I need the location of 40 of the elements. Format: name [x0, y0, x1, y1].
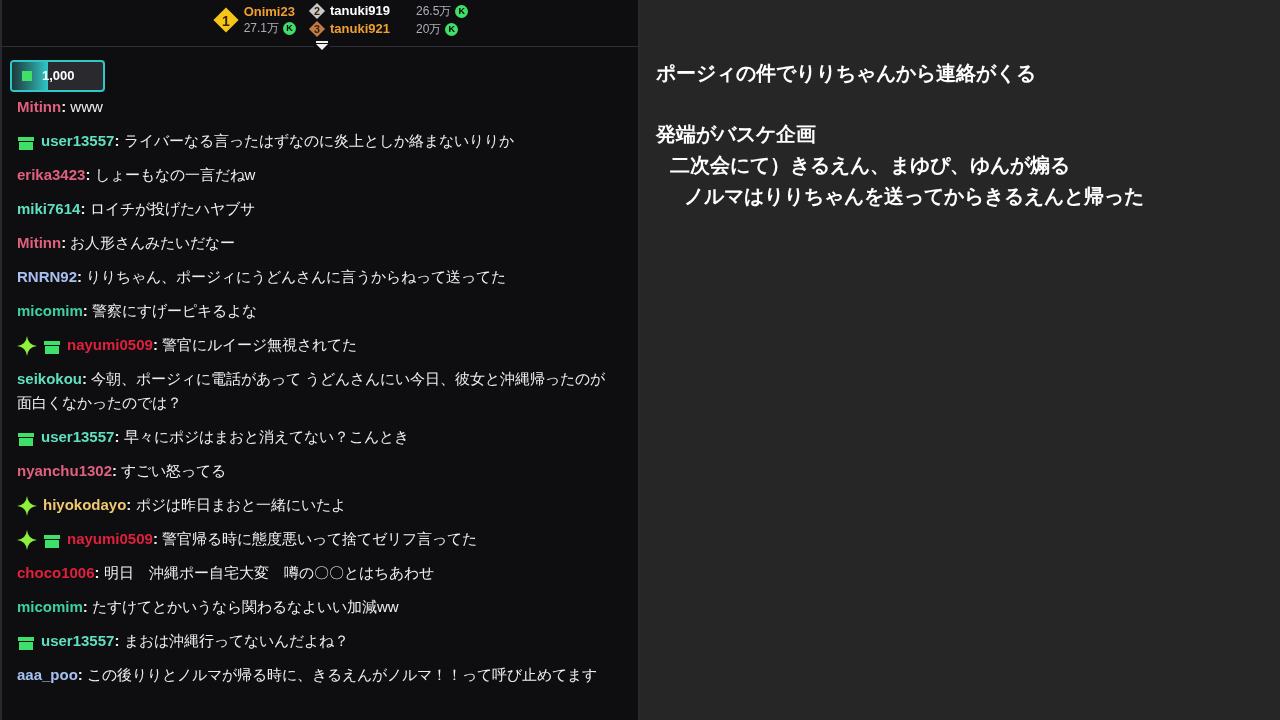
chat-message: micomim: 警察にすげーピキるよな: [17, 301, 259, 321]
chat-message: erika3423: しょーもなの一言だねw: [17, 165, 257, 185]
leaderboard-points: 26.5万: [416, 3, 452, 20]
chat-message: aaa_poo: この後りりとノルマが帰る時に、きるえんがノルマ！！って呼び止めてます: [17, 665, 599, 685]
sparkle-icon: [17, 336, 37, 357]
chat-message: nyanchu1302: すごい怒ってる: [17, 461, 228, 481]
chat-message: RNRN92: りりちゃん、ポージィにうどんさんに言うからねって送ってた: [17, 267, 508, 287]
rank-diamond-icon: 2: [308, 2, 326, 20]
chat-message: user13557: ライバーなる言ったはずなのに炎上としか絡まないりりか: [17, 129, 618, 153]
coin-badge: K: [455, 4, 469, 18]
leaderboard-points: 20万: [416, 21, 442, 38]
chat-message: nayumi0509: 警官にルイージ無視されてた: [17, 333, 618, 357]
chat-message: miki7614: ロイチが投げたハヤブサ: [17, 199, 256, 219]
rank-diamond-icon: 1: [211, 6, 240, 34]
gift-icon: [17, 634, 35, 651]
note-line: ノルマはりりちゃんを送ってからきるえんと帰った: [684, 184, 1145, 209]
gift-icon: [43, 532, 61, 549]
gift-icon: [43, 338, 61, 355]
note-line: 発端がバスケ企画: [656, 122, 817, 147]
chat-message: hiyokodayo: ポジは昨日まおと一緒にいたよ: [17, 493, 618, 517]
chat-message: nayumi0509: 警官帰る時に態度悪いって捨てゼリフ言ってた: [17, 527, 618, 551]
coin-badge: K: [283, 22, 296, 35]
gift-icon: [17, 430, 35, 447]
chat-message: user13557: 早々にポジはまおと消えてない？こんとき: [17, 425, 618, 449]
leaderboard-name: tanuki921: [330, 20, 391, 38]
chat-message: Mitinn: お人形さんみたいだなー: [17, 233, 237, 253]
chat-message: micomim: たすけてとかいうなら関わるなよいい加減ww: [17, 597, 400, 617]
coin-badge: K: [445, 22, 459, 36]
leaderboard-name: tanuki919: [330, 2, 391, 20]
chat-message: Mitinn: www: [17, 97, 104, 117]
rank-diamond-icon: 3: [308, 20, 326, 38]
chat-message: user13557: まおは沖縄行ってないんだよね？: [17, 629, 618, 653]
leaderboard-points: 27.1万: [243, 20, 279, 37]
chat-message: seikokou: 今朝、ポージィに電話があって うどんさんにい今日、彼女と沖縄帰ったのが面白くなかったのでは？: [17, 369, 607, 413]
note-line: 二次会にて）きるえん、まゆぴ、ゆんが煽る: [670, 153, 1071, 178]
gift-icon: [17, 134, 35, 151]
sparkle-icon: [17, 530, 37, 551]
chat-message: choco1006: 明日 沖縄ポー自宅大変 噂の〇〇とはちあわせ: [17, 563, 435, 583]
leaderboard-name: Onimi23: [243, 3, 296, 20]
note-line: ポージィの件でりりちゃんから連絡がくる: [656, 61, 1037, 86]
